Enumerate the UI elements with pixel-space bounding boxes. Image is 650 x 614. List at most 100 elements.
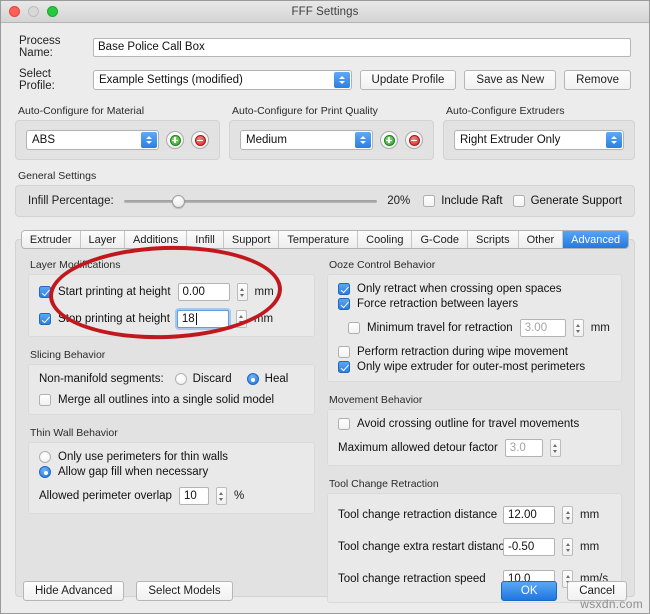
perimeter-overlap-label: Allowed perimeter overlap (39, 490, 172, 502)
close-window-icon[interactable] (9, 6, 20, 17)
general-settings-title: General Settings (18, 170, 97, 182)
auto-configure-extruders-group: Auto-Configure Extruders Right Extruder … (443, 105, 635, 160)
tab-other[interactable]: Other (518, 231, 564, 248)
advanced-tab-panel: Layer Modifications Start printing at he… (15, 239, 635, 603)
tool-change-restart-input[interactable]: -0.50 (503, 538, 555, 556)
min-travel-row: Minimum travel for retraction 3.00 mm (348, 319, 611, 337)
stop-printing-checkbox[interactable] (39, 313, 51, 325)
select-profile-dropdown[interactable]: Example Settings (modified) (93, 70, 352, 90)
text-caret (195, 313, 197, 325)
zoom-window-icon[interactable] (47, 6, 58, 17)
heal-radio[interactable] (246, 373, 259, 385)
remove-quality-button[interactable] (405, 131, 423, 149)
title-bar: FFF Settings (1, 1, 649, 23)
stop-printing-label: Stop printing at height (58, 313, 170, 325)
material-dropdown[interactable]: ABS (26, 130, 159, 150)
dialog-footer: Hide Advanced Select Models OK Cancel ws… (1, 569, 649, 613)
select-models-button[interactable]: Select Models (136, 581, 233, 601)
add-quality-button[interactable] (380, 131, 398, 149)
min-travel-stepper[interactable] (572, 319, 584, 337)
minimize-window-icon[interactable] (28, 6, 39, 17)
avoid-crossing-row[interactable]: Avoid crossing outline for travel moveme… (338, 418, 611, 430)
stop-printing-input[interactable]: 18 (176, 310, 229, 328)
tool-change-retraction-title: Tool Change Retraction (329, 478, 439, 490)
process-name-input[interactable] (93, 37, 631, 57)
only-wipe-checkbox[interactable] (338, 361, 350, 373)
tool-change-restart-row: Tool change extra restart distance -0.50… (338, 538, 611, 556)
start-printing-label: Start printing at height (58, 286, 171, 298)
advanced-left-column: Layer Modifications Start printing at he… (28, 259, 315, 584)
tab-cooling[interactable]: Cooling (358, 231, 413, 248)
print-quality-dropdown[interactable]: Medium (240, 130, 373, 150)
only-retract-checkbox[interactable] (338, 283, 350, 295)
tool-change-restart-stepper[interactable] (562, 538, 573, 556)
infill-percentage-slider[interactable] (123, 193, 378, 209)
tab-additions[interactable]: Additions (125, 231, 188, 248)
hide-advanced-button[interactable]: Hide Advanced (23, 581, 125, 601)
tab-extruder[interactable]: Extruder (21, 231, 81, 248)
detour-factor-value: 3.0 (509, 442, 526, 454)
chevron-updown-icon (355, 132, 371, 148)
include-raft-label: Include Raft (441, 195, 503, 207)
tab-support[interactable]: Support (223, 231, 280, 248)
detour-factor-stepper[interactable] (549, 439, 561, 457)
ooze-control-group: Ooze Control Behavior Only retract when … (327, 259, 622, 382)
perform-retraction-checkbox[interactable] (338, 346, 350, 358)
add-material-button[interactable] (166, 131, 184, 149)
ooze-control-title: Ooze Control Behavior (329, 259, 436, 271)
start-printing-stepper[interactable] (236, 283, 248, 301)
tool-change-distance-input[interactable]: 12.00 (503, 506, 555, 524)
discard-radio[interactable] (174, 373, 187, 385)
perform-retraction-row[interactable]: Perform retraction during wipe movement (338, 346, 611, 358)
stop-printing-stepper[interactable] (235, 310, 247, 328)
merge-outlines-row[interactable]: Merge all outlines into a single solid m… (39, 394, 304, 406)
update-profile-button[interactable]: Update Profile (359, 70, 457, 90)
stop-printing-row: Stop printing at height 18 mm (39, 310, 304, 328)
generate-support-checkbox[interactable] (512, 195, 525, 207)
force-retraction-row[interactable]: Force retraction between layers (338, 298, 611, 310)
tab-gcode[interactable]: G-Code (412, 231, 468, 248)
only-perimeters-row[interactable]: Only use perimeters for thin walls (39, 451, 304, 463)
tab-infill[interactable]: Infill (187, 231, 224, 248)
perimeter-overlap-stepper[interactable] (215, 487, 227, 505)
allow-gap-fill-radio[interactable] (39, 466, 51, 478)
merge-outlines-checkbox[interactable] (39, 394, 51, 406)
generate-support-checkbox-row[interactable]: Generate Support (512, 195, 622, 207)
extruders-dropdown[interactable]: Right Extruder Only (454, 130, 624, 150)
min-travel-input[interactable]: 3.00 (519, 319, 566, 337)
tab-advanced[interactable]: Advanced (563, 231, 629, 248)
ok-button[interactable]: OK (501, 581, 558, 601)
plus-icon (169, 134, 181, 146)
tab-scripts[interactable]: Scripts (468, 231, 519, 248)
only-retract-row[interactable]: Only retract when crossing open spaces (338, 283, 611, 295)
tab-layer[interactable]: Layer (80, 231, 126, 248)
remove-profile-button[interactable]: Remove (564, 70, 631, 90)
chevron-updown-icon (606, 132, 622, 148)
infill-percentage-label: Infill Percentage: (28, 195, 114, 207)
slider-knob[interactable] (171, 194, 185, 208)
tab-temperature[interactable]: Temperature (279, 231, 359, 248)
start-printing-input[interactable]: 0.00 (177, 283, 230, 301)
select-profile-value: Example Settings (modified) (99, 74, 243, 86)
tool-change-distance-stepper[interactable] (562, 506, 573, 524)
force-retraction-checkbox[interactable] (338, 298, 350, 310)
detour-factor-input[interactable]: 3.0 (504, 439, 543, 457)
remove-material-button[interactable] (191, 131, 209, 149)
start-printing-checkbox[interactable] (39, 286, 51, 298)
discard-radio-row[interactable]: Discard (174, 373, 232, 385)
include-raft-checkbox[interactable] (423, 195, 436, 207)
min-travel-checkbox[interactable] (348, 322, 360, 334)
heal-radio-row[interactable]: Heal (246, 373, 288, 385)
perimeter-overlap-input[interactable]: 10 (178, 487, 209, 505)
thin-wall-behavior-group: Thin Wall Behavior Only use perimeters f… (28, 427, 315, 514)
allow-gap-fill-row[interactable]: Allow gap fill when necessary (39, 466, 304, 478)
stop-printing-unit: mm (253, 313, 274, 325)
save-as-new-button[interactable]: Save as New (464, 70, 557, 90)
traffic-light-group (9, 1, 58, 22)
watermark: wsxdn.com (580, 597, 643, 611)
only-wipe-row[interactable]: Only wipe extruder for outer-most perime… (338, 361, 611, 373)
only-perimeters-radio[interactable] (39, 451, 51, 463)
include-raft-checkbox-row[interactable]: Include Raft (423, 195, 503, 207)
avoid-crossing-checkbox[interactable] (338, 418, 350, 430)
min-travel-unit: mm (590, 322, 610, 334)
